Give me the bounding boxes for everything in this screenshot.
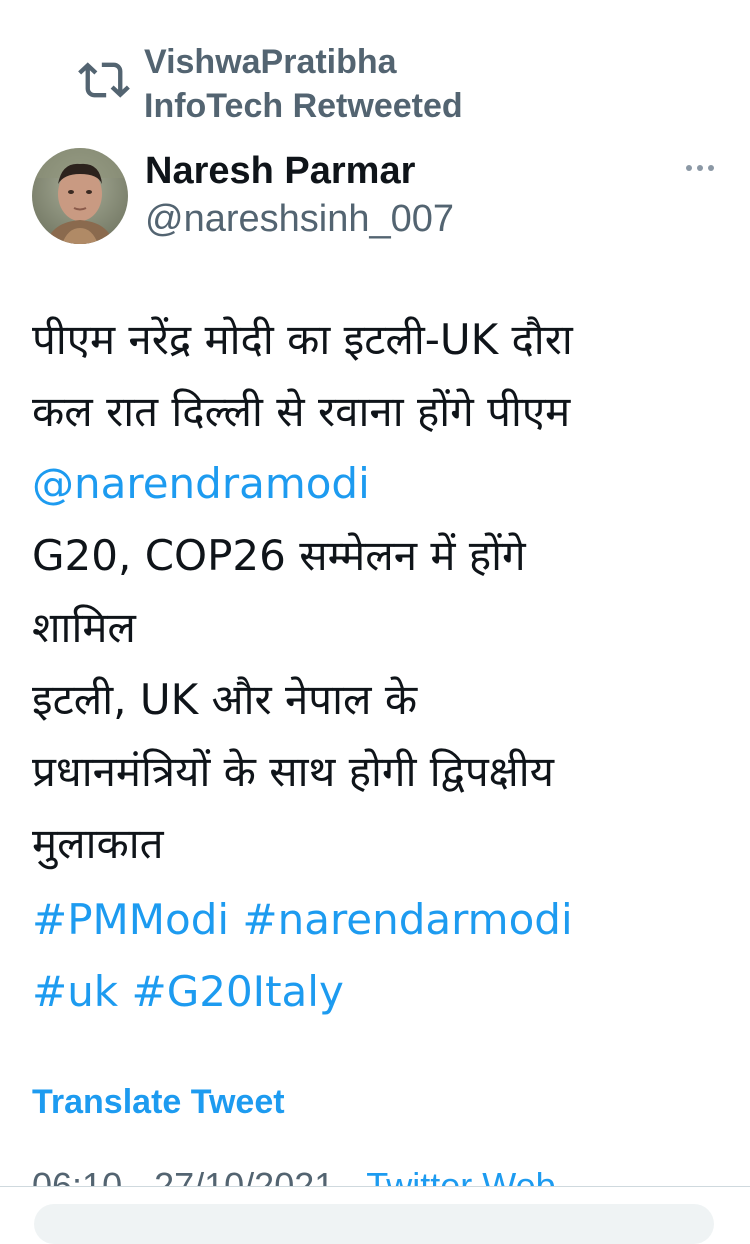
tweet-line: शामिल [32,603,136,652]
tweet-line: प्रधानमंत्रियों के साथ होगी द्विपक्षीय [32,747,555,796]
tweet-line: मुलाकात [32,819,164,868]
more-options-button[interactable] [678,150,722,186]
more-horizontal-icon [685,159,715,177]
avatar[interactable] [32,148,128,244]
tweet-line: पीएम नरेंद्र मोदी का इटली-UK दौरा [32,315,573,364]
tweet-meta: 06:10 · 27/10/2021 · Twitter Web [0,1150,750,1186]
translate-tweet-link[interactable]: Translate Tweet [32,1080,285,1124]
tweet-text: पीएम नरेंद्र मोदी का इटली-UK दौरा कल रात… [32,304,722,880]
tweet-date: 27/10/2021 [154,1165,335,1186]
tweet-line: G20, COP26 सम्मेलन में होंगे [32,531,526,580]
tweet-time: 06:10 [32,1165,123,1186]
hashtag-block: #PMModi #narendarmodi #uk #G20Italy [32,884,722,1028]
meta-separator: · [132,1165,145,1186]
hashtag-link[interactable]: #G20Italy [132,967,344,1016]
meta-separator: · [344,1165,357,1186]
tweet-source-link[interactable]: Twitter Web [366,1165,555,1186]
retweet-label[interactable]: VishwaPratibha InfoTech Retweeted [144,40,524,128]
reply-input-bar[interactable] [34,1204,714,1244]
retweet-icon [78,54,130,106]
retweet-context[interactable]: VishwaPratibha InfoTech Retweeted [78,40,638,128]
tweet-line: इटली, UK और नेपाल के [32,675,418,724]
author-handle[interactable]: @nareshsinh_007 [145,196,454,242]
hashtag-link[interactable]: #narendarmodi [242,895,572,944]
tweet-line: कल रात दिल्ली से रवाना होंगे पीएम [32,387,571,436]
divider [0,1186,750,1187]
hashtag-link[interactable]: #PMModi [32,895,229,944]
hashtag-link[interactable]: #uk [32,967,118,1016]
author-name[interactable]: Naresh Parmar [145,148,415,194]
mention-link[interactable]: @narendramodi [32,448,722,520]
